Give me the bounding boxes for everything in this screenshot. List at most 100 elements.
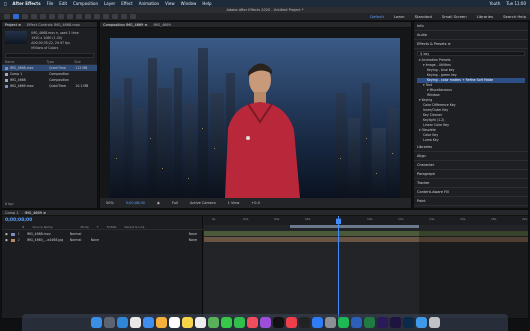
current-time-indicator[interactable]: [338, 216, 339, 318]
panel-paint[interactable]: Paint: [414, 197, 528, 206]
zoom-dropdown[interactable]: 50%: [104, 201, 116, 205]
news-icon[interactable]: [285, 317, 297, 328]
layer-name[interactable]: IMG_4668.mov: [27, 232, 67, 236]
safari-icon[interactable]: [116, 317, 128, 328]
menu-composition[interactable]: Composition: [73, 1, 98, 6]
composition-frame[interactable]: [110, 38, 400, 198]
home-tool-icon[interactable]: [4, 14, 10, 19]
panel-audio[interactable]: Audio: [414, 31, 528, 40]
composition-canvas[interactable]: [100, 28, 411, 198]
tab-comp-1[interactable]: Comp 1: [5, 211, 19, 215]
photoshop-icon[interactable]: [402, 317, 414, 328]
blend-mode-dropdown[interactable]: Normal: [70, 238, 88, 242]
app-store-icon[interactable]: [311, 317, 323, 328]
pen-tool-icon[interactable]: [76, 14, 82, 19]
blend-mode-dropdown[interactable]: Normal: [70, 232, 88, 236]
stocks-icon[interactable]: [298, 317, 310, 328]
chrome-icon[interactable]: [129, 317, 141, 328]
parent-dropdown[interactable]: None: [189, 232, 197, 236]
tab-img-4669[interactable]: IMG_4669 ≡: [25, 211, 46, 215]
views-dropdown[interactable]: 1 View: [226, 201, 242, 205]
menu-window[interactable]: Window: [181, 1, 197, 6]
timeline-timecode[interactable]: 0;00;08;00: [5, 218, 32, 223]
panel-libraries[interactable]: Libraries: [414, 143, 528, 152]
col-t[interactable]: T: [97, 225, 99, 229]
workspace-libraries[interactable]: Libraries: [477, 14, 493, 19]
tab-composition[interactable]: Composition IMG_4669 ≡: [103, 23, 147, 27]
notes-icon[interactable]: [181, 317, 193, 328]
launchpad-icon[interactable]: [103, 317, 115, 328]
col-size[interactable]: Size: [74, 60, 94, 64]
menu-file[interactable]: File: [47, 1, 54, 6]
panel-effects-presets[interactable]: Effects & Presets ≡: [414, 40, 528, 49]
menu-animation[interactable]: Animation: [139, 1, 159, 6]
layer-name[interactable]: IMG_4660_...a4468.jpg: [27, 238, 67, 242]
label-color-swatch[interactable]: [5, 66, 8, 70]
col-parent[interactable]: Parent & Link: [125, 225, 145, 229]
menu-app-name[interactable]: After Effects: [12, 1, 40, 6]
viewer-timecode[interactable]: 0;00;08;00: [124, 201, 147, 205]
trash-icon[interactable]: [428, 317, 440, 328]
puppet-tool-icon[interactable]: [130, 14, 136, 19]
col-source-name[interactable]: Source Name: [33, 225, 73, 229]
layer-label-color[interactable]: [10, 238, 15, 242]
col-name[interactable]: Name: [5, 60, 47, 64]
pan-behind-tool-icon[interactable]: [58, 14, 64, 19]
menu-layer[interactable]: Layer: [104, 1, 115, 6]
label-color-swatch[interactable]: [5, 78, 8, 82]
camera-dropdown[interactable]: Active Camera: [188, 201, 218, 205]
project-search-input[interactable]: [5, 53, 94, 58]
photos-icon[interactable]: [155, 317, 167, 328]
after-effects-icon[interactable]: [389, 317, 401, 328]
messages-icon[interactable]: [220, 317, 232, 328]
comp-breadcrumb[interactable]: IMG_4669: [153, 23, 170, 27]
panel-content-aware-fill[interactable]: Content-Aware Fill: [414, 188, 528, 197]
visibility-eye-icon[interactable]: ◉: [5, 232, 8, 236]
menu-view[interactable]: View: [165, 1, 175, 6]
col-mode[interactable]: Mode: [81, 225, 89, 229]
selection-tool-icon[interactable]: [13, 14, 19, 19]
workspace-learn[interactable]: Learn: [394, 14, 405, 19]
tv-icon[interactable]: [272, 317, 284, 328]
workspace-standard[interactable]: Standard: [415, 14, 432, 19]
panel-character[interactable]: Character: [414, 161, 528, 170]
col-trkmat[interactable]: TrkMat: [107, 225, 117, 229]
user-name[interactable]: Youth: [489, 1, 500, 6]
workspace-default[interactable]: Default: [370, 14, 384, 19]
rotate-tool-icon[interactable]: [40, 14, 46, 19]
reminders-icon[interactable]: [194, 317, 206, 328]
exposure-value[interactable]: +0.0: [249, 201, 262, 205]
label-color-swatch[interactable]: [5, 84, 8, 88]
menu-effect[interactable]: Effect: [121, 1, 133, 6]
spotify-icon[interactable]: [337, 317, 349, 328]
effects-search-input[interactable]: ⚲ key: [417, 51, 525, 56]
track-matte-dropdown[interactable]: None: [91, 238, 107, 242]
brush-tool-icon[interactable]: [94, 14, 100, 19]
panel-tracker[interactable]: Tracker: [414, 179, 528, 188]
hand-tool-icon[interactable]: [22, 14, 28, 19]
type-tool-icon[interactable]: [85, 14, 91, 19]
project-item[interactable]: IMG_4669.mov QuickTime 10.1 MB: [2, 83, 97, 89]
podcasts-icon[interactable]: [259, 317, 271, 328]
shape-tool-icon[interactable]: [67, 14, 73, 19]
settings-icon[interactable]: [324, 317, 336, 328]
panel-paragraph[interactable]: Paragraph: [414, 170, 528, 179]
layer-label-color[interactable]: [10, 232, 15, 236]
excel-icon[interactable]: [363, 317, 375, 328]
time-ruler[interactable]: 0s02s04s06s08s10s12s14s16s18s20s: [204, 216, 528, 225]
playhead-handle[interactable]: [336, 219, 341, 224]
panel-info[interactable]: Info: [414, 22, 528, 31]
layer-row[interactable]: ◉ 2 IMG_4660_...a4468.jpg Normal None None: [2, 237, 203, 243]
bit-depth[interactable]: 8 bpc: [5, 202, 14, 206]
finder-icon[interactable]: [90, 317, 102, 328]
calendar-icon[interactable]: [168, 317, 180, 328]
camera-tool-icon[interactable]: [49, 14, 55, 19]
work-area-bar[interactable]: [290, 225, 419, 228]
eraser-tool-icon[interactable]: [112, 14, 118, 19]
snapshot-icon[interactable]: ◉: [155, 201, 162, 205]
time-graph[interactable]: 0s02s04s06s08s10s12s14s16s18s20s: [204, 216, 528, 318]
panel-align[interactable]: Align: [414, 152, 528, 161]
parent-dropdown[interactable]: None: [189, 238, 197, 242]
premiere-icon[interactable]: [376, 317, 388, 328]
col-number[interactable]: #: [22, 225, 25, 229]
